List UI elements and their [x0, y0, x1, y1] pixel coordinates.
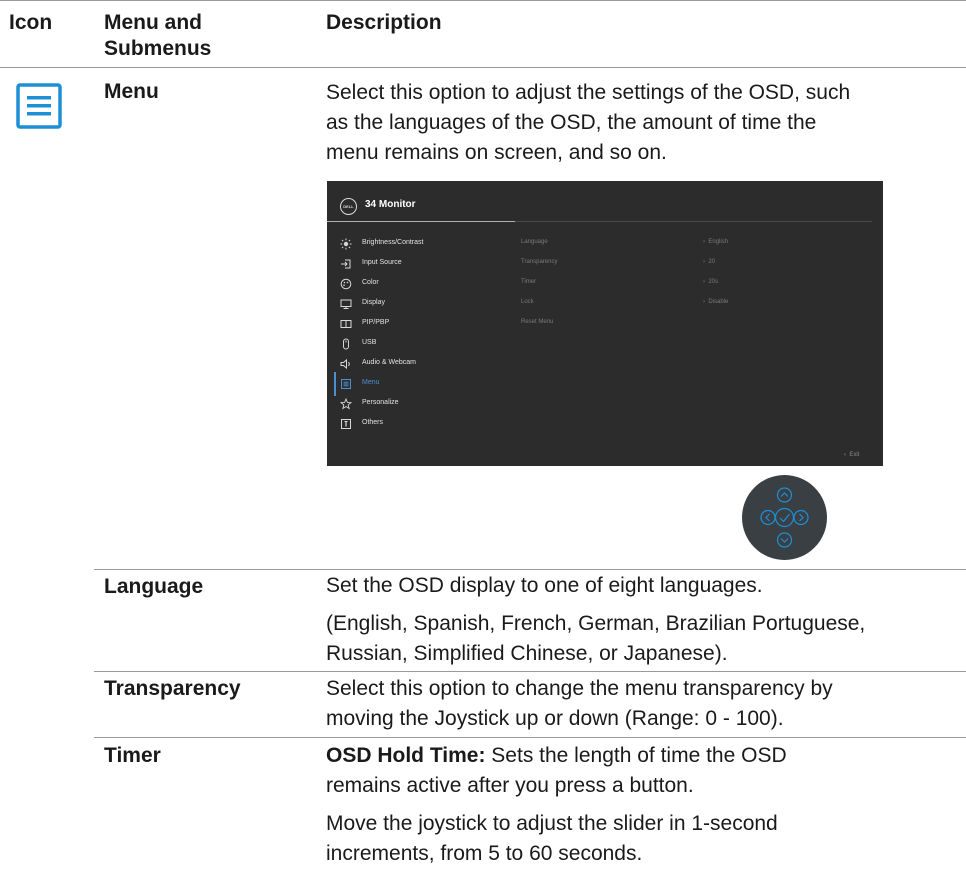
submenu-timer[interactable]: Timer	[521, 279, 536, 285]
menu-icon	[341, 379, 351, 389]
chevron-right-icon: ›	[703, 279, 705, 285]
language-row-name: Language	[104, 575, 204, 598]
menu-desc-line3: menu remains on screen, and so on.	[326, 141, 667, 164]
osd-item-usb[interactable]: USB	[327, 336, 513, 354]
osd-item-label: Color	[362, 279, 379, 286]
value-timer: › 20s	[703, 279, 718, 285]
submenu-reset-menu[interactable]: Reset Menu	[521, 319, 553, 325]
value-text: 20	[708, 259, 716, 265]
osd-item-label: Menu	[362, 379, 380, 386]
language-row-description: Set the OSD display to one of eight lang…	[326, 571, 966, 669]
pip-pbp-icon	[340, 320, 352, 328]
timer-line3: Move the joystick to adjust the slider i…	[326, 812, 778, 835]
osd-item-others[interactable]: Others	[327, 416, 513, 434]
osd-hold-time-label: OSD Hold Time:	[326, 744, 486, 767]
star-icon	[340, 398, 352, 410]
chevron-right-icon: ›	[703, 299, 705, 305]
osd-item-label: PIP/PBP	[362, 319, 390, 326]
joystick-left-icon	[760, 509, 776, 526]
menu-desc-line1: Select this option to adjust the setting…	[326, 81, 851, 104]
osd-title-divider	[515, 221, 872, 222]
osd-item-personalize[interactable]: Personalize	[327, 396, 513, 414]
value-text: English	[708, 239, 729, 245]
timer-line4: increments, from 5 to 60 seconds.	[326, 842, 643, 865]
menu-list-icon	[16, 83, 62, 129]
transparency-top-rule	[94, 671, 966, 672]
active-indicator	[334, 372, 336, 396]
timer-line1: OSD Hold Time: Sets the length of time t…	[326, 741, 966, 771]
header-menu-line1: Menu and	[104, 11, 202, 34]
joystick-graphic	[742, 475, 827, 560]
osd-item-menu[interactable]: Menu	[327, 376, 513, 394]
display-icon	[340, 299, 352, 309]
input-source-icon	[341, 259, 351, 269]
joystick-ok-icon	[774, 507, 795, 528]
header-description: Description	[326, 11, 442, 34]
language-line3: Russian, Simplified Chinese, or Japanese…	[326, 642, 728, 665]
header-menu: Menu and Submenus	[104, 10, 211, 62]
value-text: 20s	[708, 279, 719, 285]
osd-item-label: Personalize	[362, 399, 399, 406]
table-top-rule	[0, 0, 966, 1]
osd-title: 34 Monitor	[365, 199, 416, 210]
chevron-left-icon: ‹	[844, 452, 846, 458]
value-transparency: › 20	[703, 259, 715, 265]
others-icon	[341, 419, 351, 429]
audio-icon	[340, 358, 350, 370]
transparency-line2: moving the Joystick up or down (Range: 0…	[326, 707, 784, 730]
value-lock: › Disable	[703, 299, 728, 305]
value-text: Disable	[708, 299, 729, 305]
osd-item-label: USB	[362, 339, 377, 346]
timer-line1-rest: Sets the length of time the OSD	[485, 744, 787, 767]
transparency-row-description: Select this option to change the menu tr…	[326, 674, 966, 734]
osd-item-label: Others	[362, 419, 384, 426]
exit-label: Exit	[849, 452, 860, 458]
menu-row-name: Menu	[104, 80, 159, 103]
osd-screenshot: DELL 34 Monitor Brightness/Contrast Inpu…	[327, 181, 883, 466]
osd-item-label: Input Source	[362, 259, 402, 266]
submenu-lock[interactable]: Lock	[521, 299, 534, 305]
language-line2: (English, Spanish, French, German, Brazi…	[326, 612, 866, 635]
osd-item-label: Brightness/Contrast	[362, 239, 424, 246]
dell-logo: DELL	[340, 198, 357, 215]
joystick-up-icon	[776, 487, 793, 503]
header-icon: Icon	[9, 11, 53, 34]
osd-item-display[interactable]: Display	[327, 296, 513, 314]
brightness-icon	[340, 238, 352, 250]
submenu-language[interactable]: Language	[521, 239, 548, 245]
osd-item-pip-pbp[interactable]: PIP/PBP	[327, 316, 513, 334]
timer-row-name: Timer	[104, 744, 161, 767]
timer-row-description: OSD Hold Time: Sets the length of time t…	[326, 741, 966, 869]
chevron-right-icon: ›	[703, 259, 705, 265]
transparency-row-name: Transparency	[104, 677, 241, 700]
joystick-right-icon	[793, 509, 809, 526]
exit-button[interactable]: ‹ Exit	[844, 452, 859, 458]
osd-title-underline	[327, 221, 515, 222]
joystick-down-icon	[776, 532, 793, 548]
timer-line2: remains active after you press a button.	[326, 774, 694, 797]
submenu-transparency[interactable]: Transparency	[521, 259, 557, 265]
language-top-rule	[94, 569, 966, 570]
chevron-right-icon: ›	[703, 239, 705, 245]
menu-row-description: Select this option to adjust the setting…	[326, 78, 966, 168]
osd-item-label: Audio & Webcam	[362, 359, 416, 366]
transparency-line1: Select this option to change the menu tr…	[326, 677, 833, 700]
timer-top-rule	[94, 737, 966, 738]
usb-icon	[343, 338, 349, 350]
language-line1: Set the OSD display to one of eight lang…	[326, 574, 763, 597]
osd-item-color[interactable]: Color	[327, 276, 513, 294]
osd-item-brightness[interactable]: Brightness/Contrast	[327, 236, 513, 254]
header-menu-line2: Submenus	[104, 37, 212, 60]
color-icon	[340, 278, 352, 290]
header-bottom-rule	[0, 67, 966, 68]
osd-item-audio[interactable]: Audio & Webcam	[327, 356, 513, 374]
osd-item-input-source[interactable]: Input Source	[327, 256, 513, 274]
osd-item-label: Display	[362, 299, 385, 306]
menu-desc-line2: as the languages of the OSD, the amount …	[326, 111, 817, 134]
value-language: › English	[703, 239, 728, 245]
